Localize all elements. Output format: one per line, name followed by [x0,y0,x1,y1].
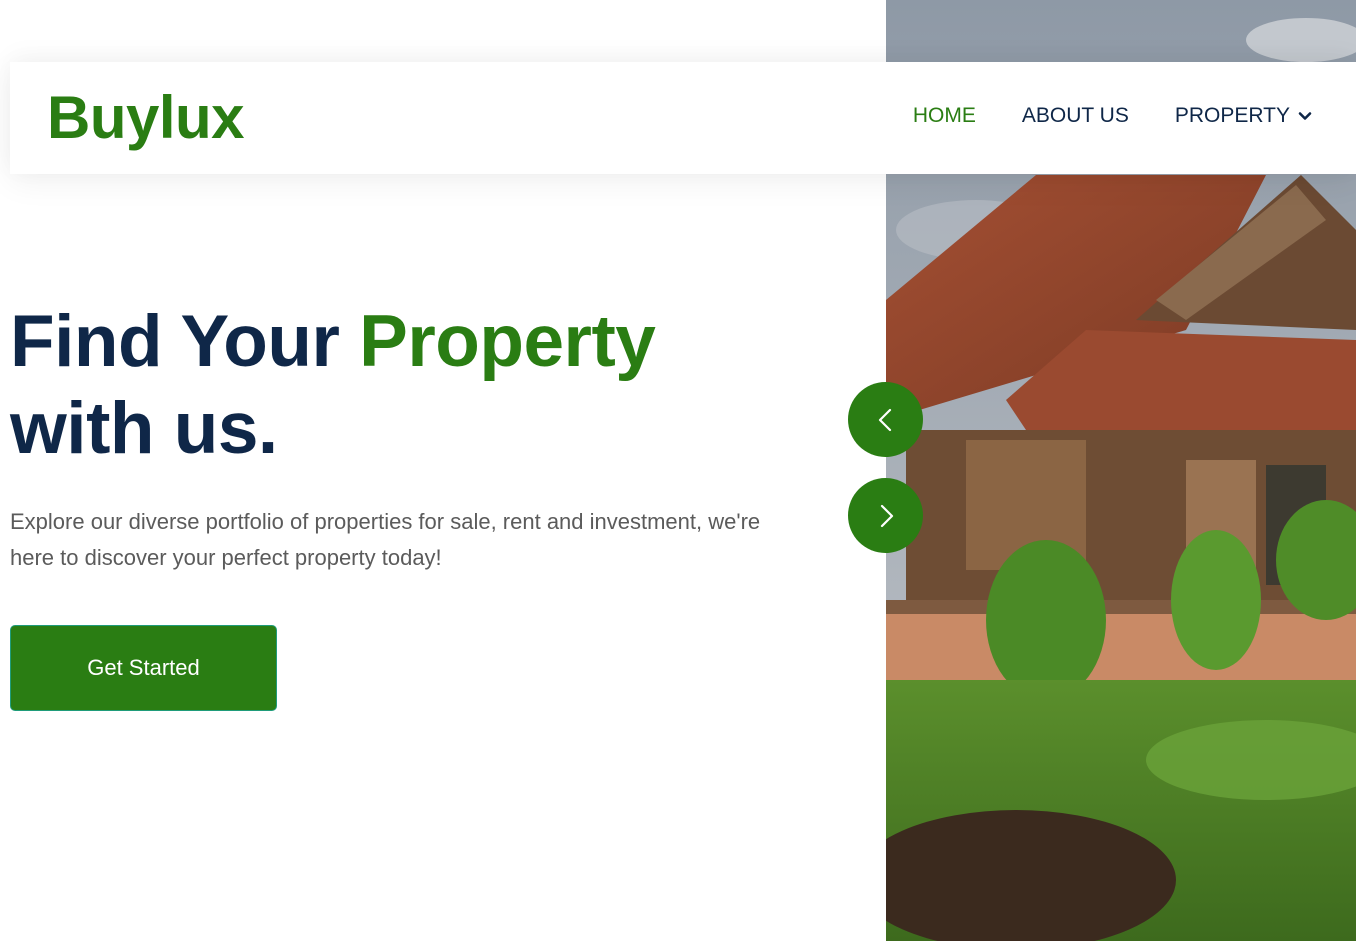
chevron-right-icon [880,504,893,527]
chevron-left-icon [878,408,891,431]
brand-logo[interactable]: Buylux [47,82,245,154]
headline-accent: Property [359,301,656,382]
main-nav: HOME ABOUT US PROPERTY [913,100,1312,132]
slider-next-button[interactable] [848,478,923,553]
site-header: Buylux HOME ABOUT US PROPERTY [10,62,1356,174]
nav-property[interactable]: PROPERTY [1175,100,1312,132]
nav-home[interactable]: HOME [913,100,976,132]
slider-prev-button[interactable] [848,382,923,457]
headline-part2: with us. [10,388,278,469]
get-started-button[interactable]: Get Started [10,625,277,711]
nav-about-us[interactable]: ABOUT US [1022,100,1129,132]
headline-part1: Find Your [10,301,360,382]
chevron-down-icon [1298,112,1312,120]
nav-property-label: PROPERTY [1174,104,1290,127]
hero-description: Explore our diverse portfolio of propert… [10,509,761,570]
hero-headline: Find Your Property with us. [10,298,656,472]
